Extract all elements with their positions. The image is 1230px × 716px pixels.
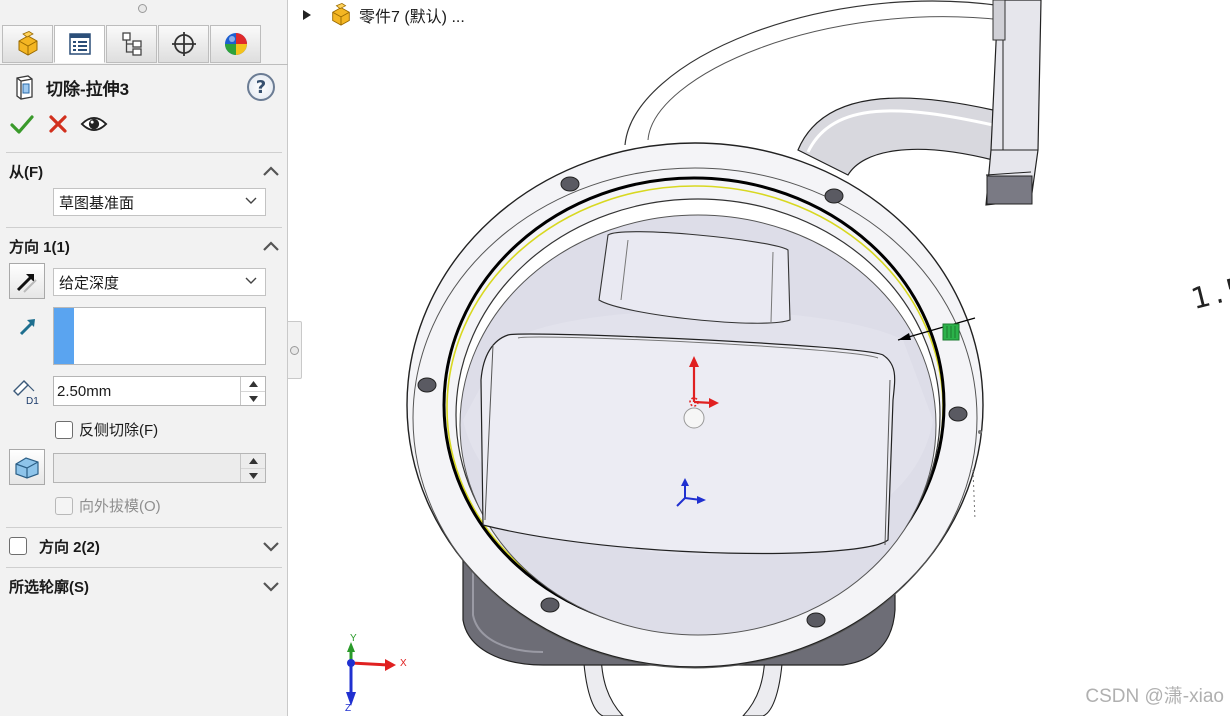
- section-from-header[interactable]: 从(F): [9, 159, 281, 183]
- tab-divider: [0, 64, 288, 65]
- end-condition-value: 给定深度: [59, 274, 120, 292]
- eye-icon: [80, 117, 108, 131]
- chevron-down-icon[interactable]: [261, 579, 281, 593]
- depth-dimension-icon: D1: [10, 375, 42, 407]
- feature-title: 切除-拉伸3: [46, 79, 130, 99]
- displaymanager-tab[interactable]: [210, 25, 261, 63]
- direction-selection-box[interactable]: [53, 307, 266, 365]
- configurationmanager-tab[interactable]: [106, 25, 157, 63]
- draft-angle-input[interactable]: [53, 453, 266, 483]
- dimxpertmanager-tab[interactable]: [158, 25, 209, 63]
- crosshair-icon: [171, 32, 196, 56]
- part-icon: [18, 31, 37, 56]
- expand-arrow-icon[interactable]: [303, 10, 313, 20]
- end-condition-select[interactable]: 给定深度: [53, 268, 266, 296]
- flip-side-to-cut-label: 反侧切除(F): [79, 422, 159, 439]
- depth-value: 2.50mm: [57, 382, 112, 400]
- separator: [6, 152, 282, 153]
- close-icon: [49, 115, 67, 133]
- chevron-up-icon[interactable]: [261, 239, 281, 253]
- axis-x-label: X: [400, 658, 407, 669]
- preview-button[interactable]: [80, 110, 108, 138]
- panel-resize-handle[interactable]: [288, 321, 302, 379]
- checkbox-box[interactable]: [55, 496, 73, 515]
- extruded-cut-icon: [16, 75, 33, 100]
- section-direction2-header[interactable]: 方向 2(2): [9, 534, 281, 558]
- separator: [6, 567, 282, 568]
- caret-up-icon: [248, 381, 258, 387]
- svg-text:D1: D1: [26, 396, 39, 407]
- feature-tree-flyout[interactable]: 零件7 (默认) ...: [303, 2, 465, 28]
- axis-y-label: Y: [350, 633, 357, 644]
- separator: [6, 527, 282, 528]
- cancel-button[interactable]: [44, 110, 72, 138]
- chevron-up-icon[interactable]: [261, 164, 281, 178]
- from-start-condition-select[interactable]: 草图基准面: [53, 188, 266, 216]
- help-button[interactable]: ?: [247, 73, 275, 101]
- feature-header: 切除-拉伸3: [12, 73, 129, 101]
- spin-down-button[interactable]: [241, 391, 265, 405]
- checkbox-box[interactable]: [55, 420, 73, 439]
- property-manager-panel: 切除-拉伸3 ? 从(F) 草图基准面 方向 1(1) 给定深度 D1 2.50…: [0, 0, 288, 716]
- direction2-checkbox[interactable]: [9, 537, 27, 555]
- property-list-icon: [68, 33, 91, 55]
- handle-dot: [290, 346, 299, 355]
- propertymanager-tab[interactable]: [54, 25, 105, 63]
- section-direction1-label: 方向 1(1): [9, 238, 70, 256]
- chevron-down-icon: [245, 277, 257, 284]
- reverse-direction-button[interactable]: [9, 263, 45, 299]
- draft-icon: [15, 457, 39, 479]
- chevron-down-icon: [245, 197, 257, 204]
- manager-tabs: [2, 25, 262, 65]
- graphics-viewport[interactable]: 零件7 (默认) ... 1.50 Y X Z CSDN @潇-xiao: [303, 0, 1230, 716]
- from-start-condition-value: 草图基准面: [59, 194, 135, 212]
- ok-button[interactable]: [8, 110, 36, 138]
- depth-spinner: [240, 377, 265, 405]
- depth-input[interactable]: 2.50mm: [53, 376, 266, 406]
- action-buttons: [8, 110, 116, 138]
- spin-down-button[interactable]: [241, 468, 265, 482]
- flip-side-to-cut-checkbox[interactable]: 反侧切除(F): [55, 419, 158, 440]
- configuration-tree-icon: [121, 32, 142, 56]
- caret-down-icon: [248, 472, 258, 479]
- spin-up-button[interactable]: [241, 377, 265, 391]
- panel-grip[interactable]: [138, 4, 147, 13]
- reverse-direction-icon: [16, 274, 37, 293]
- model-geometry: [346, 0, 1042, 716]
- watermark: CSDN @潇-xiao: [1085, 686, 1224, 707]
- appearance-sphere-icon: [224, 33, 247, 55]
- axis-z-label: Z: [345, 703, 352, 714]
- part-icon: [332, 3, 350, 26]
- draft-outward-label: 向外拔模(O): [79, 498, 161, 515]
- draft-outward-checkbox[interactable]: 向外拔模(O): [55, 495, 161, 516]
- direction-of-extrusion-icon: [12, 310, 44, 342]
- chevron-down-icon[interactable]: [261, 539, 281, 553]
- spin-up-button[interactable]: [241, 454, 265, 468]
- caret-up-icon: [248, 458, 258, 464]
- caret-down-icon: [248, 395, 258, 402]
- selection-focus-indicator: [54, 308, 74, 364]
- draft-on-off-button[interactable]: [9, 449, 45, 485]
- section-from-label: 从(F): [9, 163, 44, 181]
- draft-angle-spinner: [240, 454, 265, 482]
- featuremanager-tab[interactable]: [2, 25, 53, 63]
- section-direction1-header[interactable]: 方向 1(1): [9, 234, 281, 258]
- checkmark-icon: [10, 115, 34, 134]
- section-selected-contours-label: 所选轮廓(S): [9, 578, 89, 596]
- separator: [6, 227, 282, 228]
- section-selected-contours-header[interactable]: 所选轮廓(S): [9, 574, 281, 598]
- part-name: 零件7 (默认) ...: [359, 9, 465, 26]
- section-direction2-label: 方向 2(2): [39, 538, 100, 556]
